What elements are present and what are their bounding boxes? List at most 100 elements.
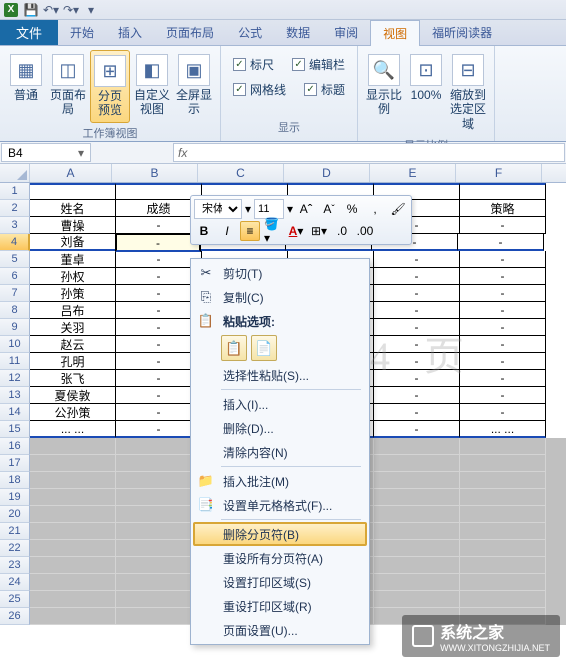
cell[interactable]: 赵云: [30, 336, 116, 353]
row-header[interactable]: 8: [0, 302, 30, 319]
cell[interactable]: ... ...: [460, 421, 546, 438]
file-tab[interactable]: 文件: [0, 20, 58, 45]
cell[interactable]: 孙策: [30, 285, 116, 302]
cell[interactable]: [374, 472, 460, 489]
row-header[interactable]: 14: [0, 404, 30, 421]
cell[interactable]: [460, 523, 546, 540]
grow-font-icon[interactable]: Aˆ: [296, 199, 316, 219]
menu-copy[interactable]: ⎘复制(C): [193, 285, 367, 309]
col-header-a[interactable]: A: [30, 164, 112, 182]
cell[interactable]: [30, 472, 116, 489]
cell[interactable]: -: [460, 370, 546, 387]
cell[interactable]: [30, 438, 116, 455]
cell[interactable]: -: [460, 302, 546, 319]
row-header[interactable]: 22: [0, 540, 30, 557]
cell[interactable]: [30, 608, 116, 625]
cell[interactable]: -: [458, 234, 544, 251]
cell[interactable]: 刘备: [30, 234, 116, 251]
cell[interactable]: [460, 574, 546, 591]
menu-format-cells[interactable]: 📑设置单元格格式(F)...: [193, 493, 367, 517]
row-header[interactable]: 13: [0, 387, 30, 404]
custom-views-button[interactable]: ◧ 自定义视图: [132, 50, 172, 121]
cell[interactable]: -: [374, 370, 460, 387]
cell[interactable]: [30, 540, 116, 557]
cell[interactable]: 董卓: [30, 251, 116, 268]
cell[interactable]: -: [460, 268, 546, 285]
cell[interactable]: [30, 455, 116, 472]
menu-paste-special[interactable]: 选择性粘贴(S)...: [193, 363, 367, 387]
menu-insert[interactable]: 插入(I)...: [193, 392, 367, 416]
row-header[interactable]: 7: [0, 285, 30, 302]
cell[interactable]: [460, 455, 546, 472]
cell[interactable]: -: [374, 353, 460, 370]
row-header[interactable]: 1: [0, 183, 30, 200]
gridlines-checkbox[interactable]: ✓网格线: [233, 81, 286, 98]
decrease-decimal-icon[interactable]: .0: [332, 221, 352, 241]
cell[interactable]: [460, 438, 546, 455]
percent-style-icon[interactable]: %: [342, 199, 362, 219]
row-header[interactable]: 21: [0, 523, 30, 540]
qat-customize-icon[interactable]: ▾: [84, 3, 98, 17]
menu-reset-print-area[interactable]: 重设打印区域(R): [193, 594, 367, 618]
name-box-input[interactable]: [8, 146, 68, 160]
cell[interactable]: -: [374, 319, 460, 336]
tab-data[interactable]: 数据: [274, 20, 322, 45]
redo-icon[interactable]: ↷▾: [64, 3, 78, 17]
undo-icon[interactable]: ↶▾: [44, 3, 58, 17]
cell[interactable]: -: [374, 302, 460, 319]
cell[interactable]: [460, 489, 546, 506]
normal-view-button[interactable]: ▦ 普通: [6, 50, 46, 106]
zoom-100-button[interactable]: ⊡ 100%: [406, 50, 446, 106]
increase-decimal-icon[interactable]: .00: [355, 221, 375, 241]
row-header[interactable]: 23: [0, 557, 30, 574]
cell[interactable]: 夏侯敦: [30, 387, 116, 404]
select-all-triangle[interactable]: [0, 164, 30, 182]
cell[interactable]: [374, 489, 460, 506]
font-size-input[interactable]: [254, 199, 284, 219]
cell[interactable]: [374, 438, 460, 455]
row-header[interactable]: 9: [0, 319, 30, 336]
row-header[interactable]: 25: [0, 591, 30, 608]
cell[interactable]: [374, 506, 460, 523]
cell[interactable]: [374, 540, 460, 557]
tab-foxit[interactable]: 福昕阅读器: [420, 20, 504, 45]
row-header[interactable]: 5: [0, 251, 30, 268]
row-header[interactable]: 4: [0, 234, 30, 251]
paste-option-normal[interactable]: 📋: [221, 335, 247, 361]
cell[interactable]: -: [460, 404, 546, 421]
cell[interactable]: 姓名: [30, 200, 116, 217]
menu-reset-all-page-breaks[interactable]: 重设所有分页符(A): [193, 546, 367, 570]
center-align-button[interactable]: ≡: [240, 221, 260, 241]
col-header-e[interactable]: E: [370, 164, 456, 182]
row-header[interactable]: 12: [0, 370, 30, 387]
cell[interactable]: [460, 557, 546, 574]
tab-formula[interactable]: 公式: [226, 20, 274, 45]
cell[interactable]: 吕布: [30, 302, 116, 319]
row-header[interactable]: 15: [0, 421, 30, 438]
cell[interactable]: 公孙策: [30, 404, 116, 421]
cell[interactable]: ... ...: [30, 421, 116, 438]
fullscreen-button[interactable]: ▣ 全屏显示: [174, 50, 214, 121]
formulabar-checkbox[interactable]: ✓编辑栏: [292, 56, 345, 73]
row-header[interactable]: 6: [0, 268, 30, 285]
cell[interactable]: -: [460, 285, 546, 302]
cell[interactable]: [460, 540, 546, 557]
tab-review[interactable]: 审阅: [322, 20, 370, 45]
cell[interactable]: -: [374, 251, 460, 268]
cell[interactable]: [460, 472, 546, 489]
comma-style-icon[interactable]: ,: [365, 199, 385, 219]
paste-option-values[interactable]: 📄: [251, 335, 277, 361]
cell[interactable]: [30, 574, 116, 591]
cell[interactable]: 曹操: [30, 217, 116, 234]
cell[interactable]: 孙权: [30, 268, 116, 285]
menu-remove-page-break[interactable]: 删除分页符(B): [193, 522, 367, 546]
menu-clear-contents[interactable]: 清除内容(N): [193, 440, 367, 464]
cell[interactable]: -: [460, 336, 546, 353]
cell[interactable]: [374, 455, 460, 472]
bold-button[interactable]: B: [194, 221, 214, 241]
cell[interactable]: -: [374, 404, 460, 421]
row-header[interactable]: 18: [0, 472, 30, 489]
cell[interactable]: [374, 557, 460, 574]
dropdown-icon[interactable]: ▾: [245, 202, 251, 216]
menu-delete[interactable]: 删除(D)...: [193, 416, 367, 440]
